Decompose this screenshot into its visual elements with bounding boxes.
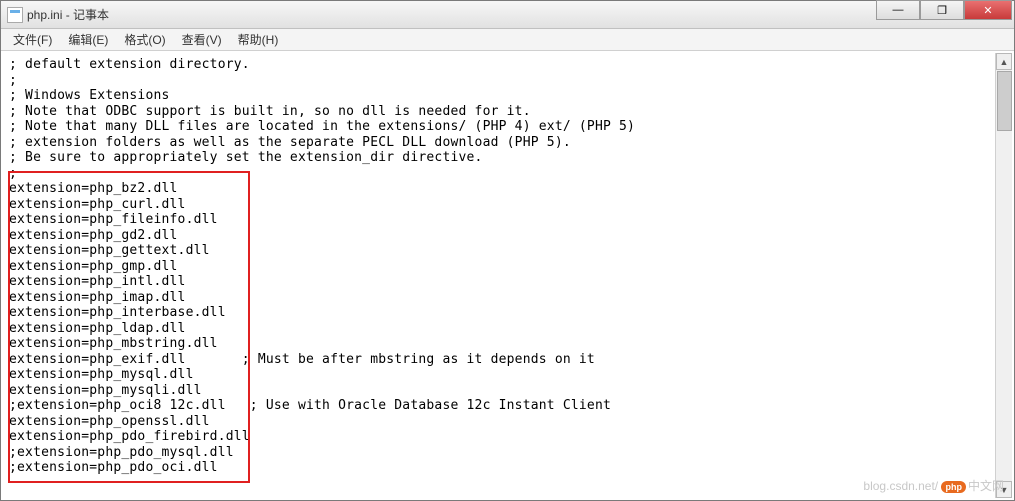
- text-line: extension=php_bz2.dll: [9, 181, 178, 196]
- titlebar[interactable]: php.ini - 记事本 — ❐ ✕: [1, 1, 1014, 29]
- text-line: ; extension folders as well as the separ…: [9, 135, 571, 150]
- menu-view[interactable]: 查看(V): [174, 29, 230, 50]
- text-line: ; default extension directory.: [9, 57, 250, 72]
- text-line: extension=php_openssl.dll: [9, 414, 210, 429]
- scroll-thumb[interactable]: [997, 71, 1012, 131]
- notepad-icon: [7, 7, 23, 23]
- text-line: extension=php_intl.dll: [9, 274, 186, 289]
- menu-edit[interactable]: 编辑(E): [60, 29, 116, 50]
- close-button[interactable]: ✕: [964, 0, 1012, 20]
- text-line: extension=php_exif.dll ; Must be after m…: [9, 352, 595, 367]
- window-title: php.ini - 记事本: [27, 6, 109, 23]
- window-controls: — ❐ ✕: [876, 1, 1012, 20]
- menu-help[interactable]: 帮助(H): [230, 29, 287, 50]
- text-line: extension=php_gettext.dll: [9, 243, 210, 258]
- maximize-button[interactable]: ❐: [920, 0, 964, 20]
- scroll-up-button[interactable]: ▲: [996, 53, 1012, 70]
- text-line: extension=php_gmp.dll: [9, 259, 178, 274]
- text-line: extension=php_mysql.dll: [9, 367, 194, 382]
- text-line: ;extension=php_pdo_oci.dll: [9, 460, 218, 475]
- text-line: extension=php_ldap.dll: [9, 321, 186, 336]
- text-line: extension=php_curl.dll: [9, 197, 186, 212]
- text-line: extension=php_imap.dll: [9, 290, 186, 305]
- vertical-scrollbar[interactable]: ▲ ▼: [995, 53, 1012, 498]
- text-line: extension=php_gd2.dll: [9, 228, 178, 243]
- scroll-down-button[interactable]: ▼: [996, 481, 1012, 498]
- text-line: ; Note that ODBC support is built in, so…: [9, 104, 531, 119]
- minimize-button[interactable]: —: [876, 0, 920, 20]
- text-line: extension=php_mbstring.dll: [9, 336, 218, 351]
- text-line: ;: [9, 166, 17, 181]
- text-line: ;extension=php_pdo_mysql.dll: [9, 445, 234, 460]
- text-line: ;: [9, 73, 17, 88]
- text-line: ; Be sure to appropriately set the exten…: [9, 150, 483, 165]
- text-line: extension=php_pdo_firebird.dll: [9, 429, 250, 444]
- text-line: ; Windows Extensions: [9, 88, 170, 103]
- text-line: extension=php_interbase.dll: [9, 305, 226, 320]
- text-content[interactable]: ; default extension directory. ; ; Windo…: [3, 53, 994, 480]
- text-line: extension=php_mysqli.dll: [9, 383, 202, 398]
- text-line: ;extension=php_oci8 12c.dll ; Use with O…: [9, 398, 611, 413]
- text-editor-area[interactable]: ; default extension directory. ; ; Windo…: [3, 53, 994, 498]
- menu-file[interactable]: 文件(F): [5, 29, 60, 50]
- menubar: 文件(F) 编辑(E) 格式(O) 查看(V) 帮助(H): [1, 29, 1014, 51]
- notepad-window: php.ini - 记事本 — ❐ ✕ 文件(F) 编辑(E) 格式(O) 查看…: [0, 0, 1015, 501]
- text-line: extension=php_fileinfo.dll: [9, 212, 218, 227]
- text-line: ; Note that many DLL files are located i…: [9, 119, 635, 134]
- menu-format[interactable]: 格式(O): [116, 29, 173, 50]
